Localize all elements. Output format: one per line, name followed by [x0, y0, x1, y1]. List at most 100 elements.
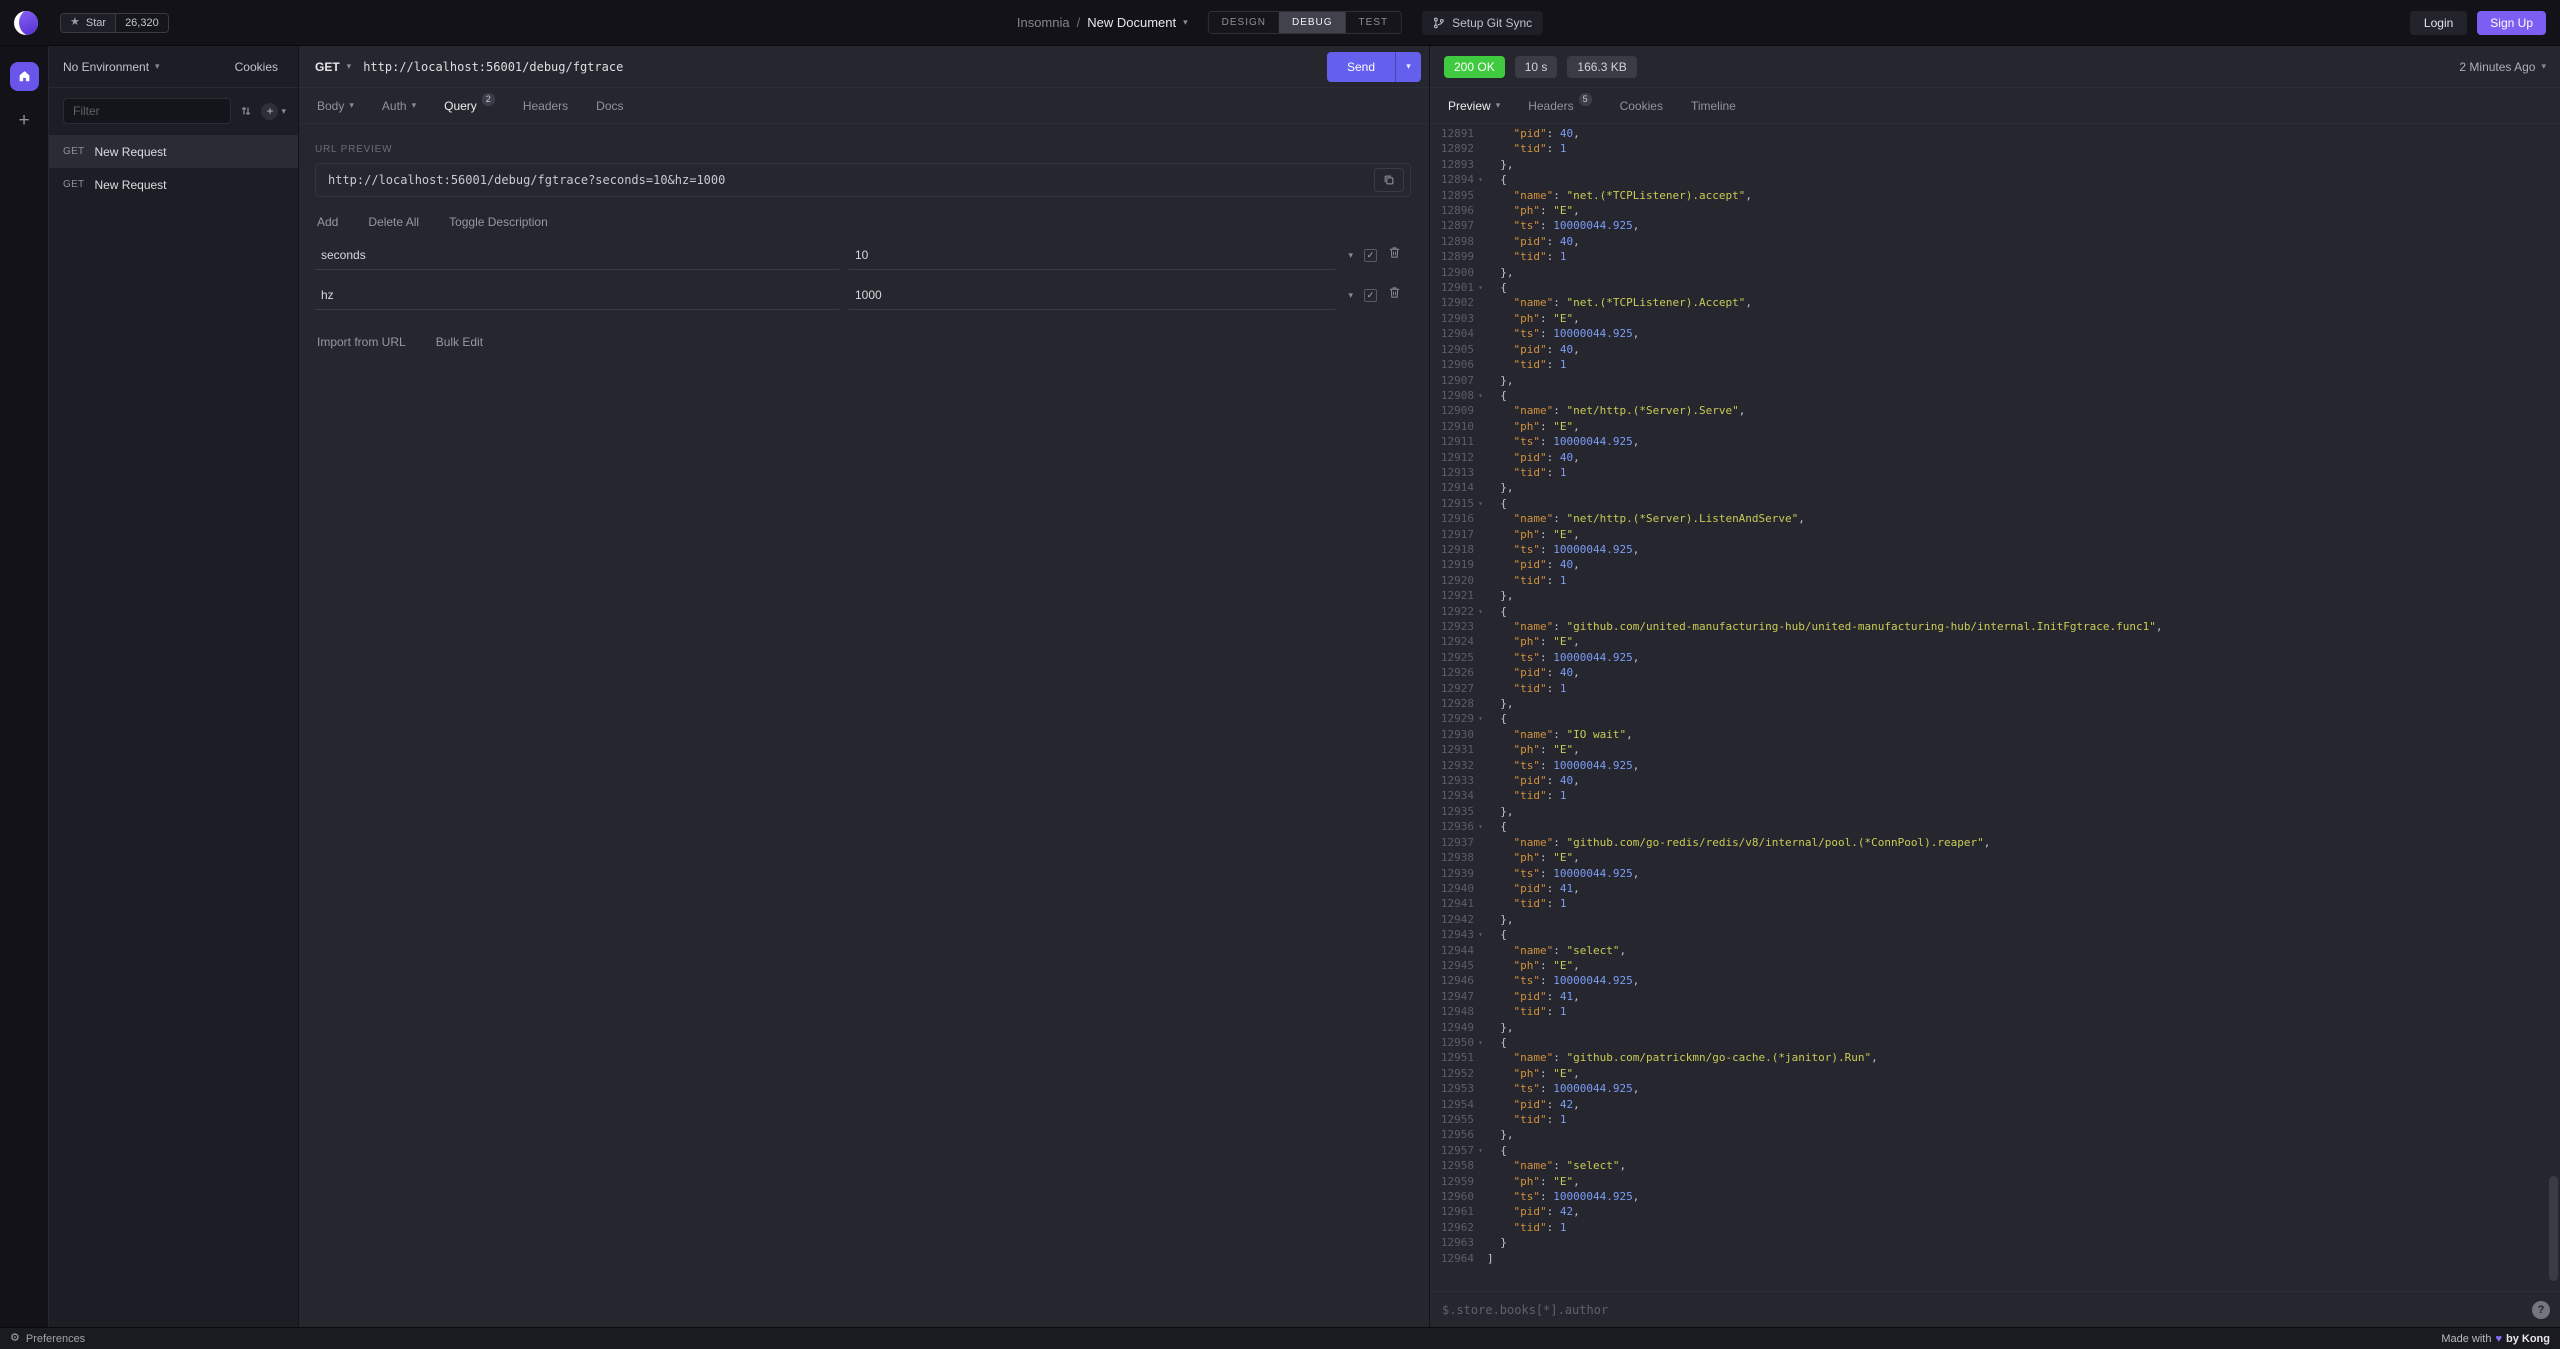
code-line: 12912 "pid": 40,: [1430, 450, 2560, 465]
github-star-button[interactable]: ★ Star: [61, 14, 115, 32]
tab-preview[interactable]: Preview▾: [1434, 88, 1514, 123]
response-history-dropdown[interactable]: 2 Minutes Ago ▾: [2459, 60, 2546, 74]
code-line: 12960 "ts": 10000044.925,: [1430, 1189, 2560, 1204]
breadcrumb-app: Insomnia: [1017, 15, 1070, 30]
tab-body[interactable]: Body▾: [303, 88, 368, 123]
code-line: 12929▾ {: [1430, 711, 2560, 726]
tab-query[interactable]: Query2: [430, 88, 509, 123]
cookies-link[interactable]: Cookies: [235, 60, 278, 74]
breadcrumb-document: New Document: [1087, 15, 1176, 30]
made-with-label: Made with: [2441, 1333, 2491, 1345]
action-add[interactable]: Add: [317, 215, 338, 229]
method-selector[interactable]: GET ▾: [299, 60, 363, 74]
insomnia-logo-icon[interactable]: [14, 11, 38, 35]
create-request-button[interactable]: + ▾: [261, 103, 286, 120]
sidebar-filter-input[interactable]: [63, 98, 231, 124]
param-name-input[interactable]: hz: [315, 281, 839, 310]
mode-tab-design[interactable]: DESIGN: [1209, 12, 1279, 33]
code-line: 12963 }: [1430, 1235, 2560, 1250]
code-line: 12926 "pid": 40,: [1430, 665, 2560, 680]
gear-icon: ⚙: [10, 1333, 20, 1344]
breadcrumb[interactable]: Insomnia / New Document ▾: [1017, 15, 1188, 30]
signup-button[interactable]: Sign Up: [2477, 11, 2546, 35]
code-line: 12903 "ph": "E",: [1430, 311, 2560, 326]
code-line: 12946 "ts": 10000044.925,: [1430, 973, 2560, 988]
request-list-item[interactable]: GET New Request: [49, 135, 298, 168]
url-input[interactable]: http://localhost:56001/debug/fgtrace: [363, 60, 1319, 74]
param-value-input[interactable]: 1000: [849, 281, 1335, 310]
sort-button[interactable]: [240, 105, 252, 117]
method-label: GET: [315, 60, 340, 74]
code-line: 12905 "pid": 40,: [1430, 342, 2560, 357]
param-enabled-checkbox[interactable]: ✓: [1364, 289, 1377, 302]
tab-auth[interactable]: Auth▾: [368, 88, 430, 123]
github-star-widget[interactable]: ★ Star 26,320: [60, 13, 169, 33]
request-list-item[interactable]: GET New Request: [49, 168, 298, 201]
response-filter-input[interactable]: [1442, 1303, 2522, 1317]
send-options-button[interactable]: ▾: [1395, 52, 1421, 82]
send-button[interactable]: Send: [1327, 52, 1395, 82]
request-method-label: GET: [63, 179, 84, 190]
filter-help-button[interactable]: ?: [2532, 1301, 2550, 1319]
tab-label: Query: [444, 99, 477, 113]
preferences-button[interactable]: ⚙ Preferences: [10, 1333, 85, 1345]
param-enabled-checkbox[interactable]: ✓: [1364, 249, 1377, 262]
delete-param-button[interactable]: [1388, 286, 1401, 304]
code-line: 12942 },: [1430, 912, 2560, 927]
chevron-down-icon[interactable]: ▾: [1348, 291, 1353, 300]
star-count[interactable]: 26,320: [115, 14, 168, 32]
code-line: 12892 "tid": 1: [1430, 141, 2560, 156]
code-line: 12953 "ts": 10000044.925,: [1430, 1081, 2560, 1096]
action-toggle-description[interactable]: Toggle Description: [449, 215, 548, 229]
code-line: 12919 "pid": 40,: [1430, 557, 2560, 572]
action-delete-all[interactable]: Delete All: [368, 215, 419, 229]
code-line: 12936▾ {: [1430, 819, 2560, 834]
code-line: 12947 "pid": 41,: [1430, 989, 2560, 1004]
code-line: 12955 "tid": 1: [1430, 1112, 2560, 1127]
topbar: ★ Star 26,320 Insomnia / New Document ▾ …: [0, 0, 2560, 46]
tab-label: Body: [317, 99, 344, 113]
mode-tab-test[interactable]: TEST: [1346, 12, 1402, 33]
response-tabs: Preview▾Headers5CookiesTimeline: [1430, 88, 2560, 124]
tab-headers[interactable]: Headers: [509, 88, 582, 123]
star-label: Star: [86, 17, 106, 29]
code-line: 12940 "pid": 41,: [1430, 881, 2560, 896]
chevron-down-icon[interactable]: ▾: [1348, 251, 1353, 260]
environment-selector[interactable]: No Environment ▾: [63, 60, 160, 74]
request-name: New Request: [94, 145, 166, 159]
home-button[interactable]: [10, 62, 39, 91]
code-line: 12937 "name": "github.com/go-redis/redis…: [1430, 835, 2560, 850]
setup-git-sync-button[interactable]: Setup Git Sync: [1422, 11, 1543, 35]
git-branch-icon: [1433, 17, 1445, 29]
response-scrollbar[interactable]: [2549, 1176, 2558, 1281]
tab-timeline[interactable]: Timeline: [1677, 88, 1750, 123]
new-item-button[interactable]: +: [18, 111, 29, 130]
request-name: New Request: [94, 178, 166, 192]
response-body[interactable]: 12891 "pid": 40,12892 "tid": 112893 },12…: [1430, 124, 2560, 1291]
topbar-right: Login Sign Up: [2410, 11, 2546, 35]
sidebar: No Environment ▾ Cookies + ▾ GET New Requ…: [49, 46, 299, 1327]
tab-label: Auth: [382, 99, 407, 113]
tab-headers[interactable]: Headers5: [1514, 88, 1605, 123]
action-import-from-url[interactable]: Import from URL: [317, 335, 406, 349]
home-icon: [17, 69, 32, 84]
code-line: 12964]: [1430, 1251, 2560, 1266]
param-value-input[interactable]: 10: [849, 241, 1335, 270]
action-bulk-edit[interactable]: Bulk Edit: [436, 335, 483, 349]
copy-icon: [1383, 174, 1395, 186]
help-icon: ?: [2538, 1304, 2545, 1316]
code-line: 12933 "pid": 40,: [1430, 773, 2560, 788]
tab-docs[interactable]: Docs: [582, 88, 637, 123]
copy-url-button[interactable]: [1374, 168, 1404, 192]
tab-cookies[interactable]: Cookies: [1606, 88, 1677, 123]
url-bar: GET ▾ http://localhost:56001/debug/fgtra…: [299, 46, 1429, 88]
sort-icon: [240, 105, 252, 117]
plus-circle-icon: +: [261, 103, 278, 120]
delete-param-button[interactable]: [1388, 246, 1401, 264]
request-method-label: GET: [63, 146, 84, 157]
query-tab-content: URL PREVIEW http://localhost:56001/debug…: [299, 124, 1429, 1327]
chevron-down-icon: ▾: [347, 62, 352, 71]
param-name-input[interactable]: seconds: [315, 241, 839, 270]
mode-tab-debug[interactable]: DEBUG: [1279, 12, 1346, 33]
login-button[interactable]: Login: [2410, 11, 2467, 35]
